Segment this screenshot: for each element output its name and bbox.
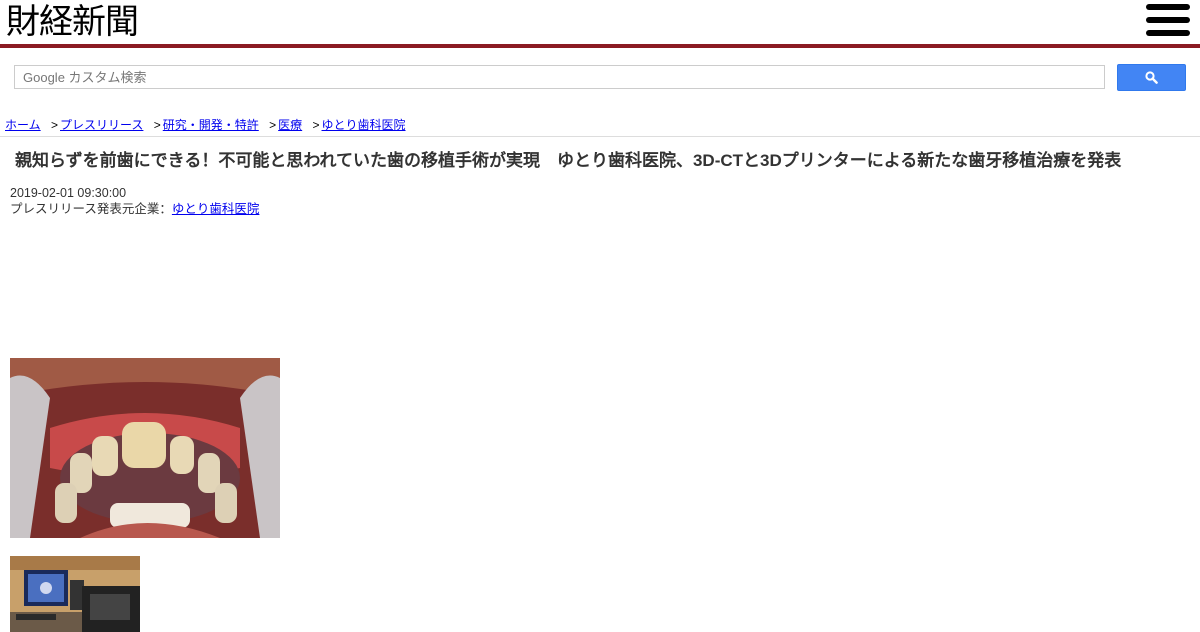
- publisher-link[interactable]: ゆとり歯科医院: [172, 202, 260, 216]
- site-logo[interactable]: 財経新聞: [6, 2, 139, 42]
- search-input[interactable]: [14, 65, 1105, 89]
- ad-space: [10, 217, 1190, 358]
- breadcrumb-separator: >: [312, 118, 320, 132]
- breadcrumb: ホーム > プレスリリース > 研究・開発・特許 > 医療 > ゆとり歯科医院: [0, 114, 1200, 137]
- breadcrumb-research[interactable]: 研究・開発・特許: [163, 118, 259, 132]
- article: 親知らずを前歯にできる！不可能と思われていた歯の移植手術が実現 ゆとり歯科医院、…: [0, 149, 1200, 632]
- breadcrumb-separator: >: [153, 118, 161, 132]
- teeth-photo: [10, 358, 280, 538]
- breadcrumb-separator: >: [50, 118, 58, 132]
- breadcrumb-separator: >: [269, 118, 277, 132]
- article-image-teeth[interactable]: [10, 358, 280, 538]
- search-bar: [0, 48, 1200, 114]
- hamburger-menu-icon: [1146, 4, 1190, 10]
- menu-button[interactable]: [1146, 4, 1190, 38]
- breadcrumb-medical[interactable]: 医療: [278, 118, 302, 132]
- publisher-line: プレスリリース発表元企業：ゆとり歯科医院: [10, 201, 1190, 217]
- article-image-3d-printer[interactable]: [10, 556, 140, 632]
- breadcrumb-company[interactable]: ゆとり歯科医院: [322, 118, 406, 132]
- search-button[interactable]: [1117, 64, 1186, 91]
- publish-date: 2019-02-01 09:30:00: [10, 186, 127, 200]
- breadcrumb-home[interactable]: ホーム: [5, 118, 41, 132]
- breadcrumb-press-release[interactable]: プレスリリース: [60, 118, 143, 132]
- article-meta: 2019-02-01 09:30:00 プレスリリース発表元企業：ゆとり歯科医院: [10, 185, 1190, 217]
- article-title: 親知らずを前歯にできる！不可能と思われていた歯の移植手術が実現 ゆとり歯科医院、…: [15, 151, 1122, 170]
- magnifier-icon: [1145, 71, 1158, 84]
- publisher-label: プレスリリース発表元企業：: [10, 202, 172, 216]
- printer-photo: [10, 556, 140, 632]
- site-header: 財経新聞: [0, 0, 1200, 48]
